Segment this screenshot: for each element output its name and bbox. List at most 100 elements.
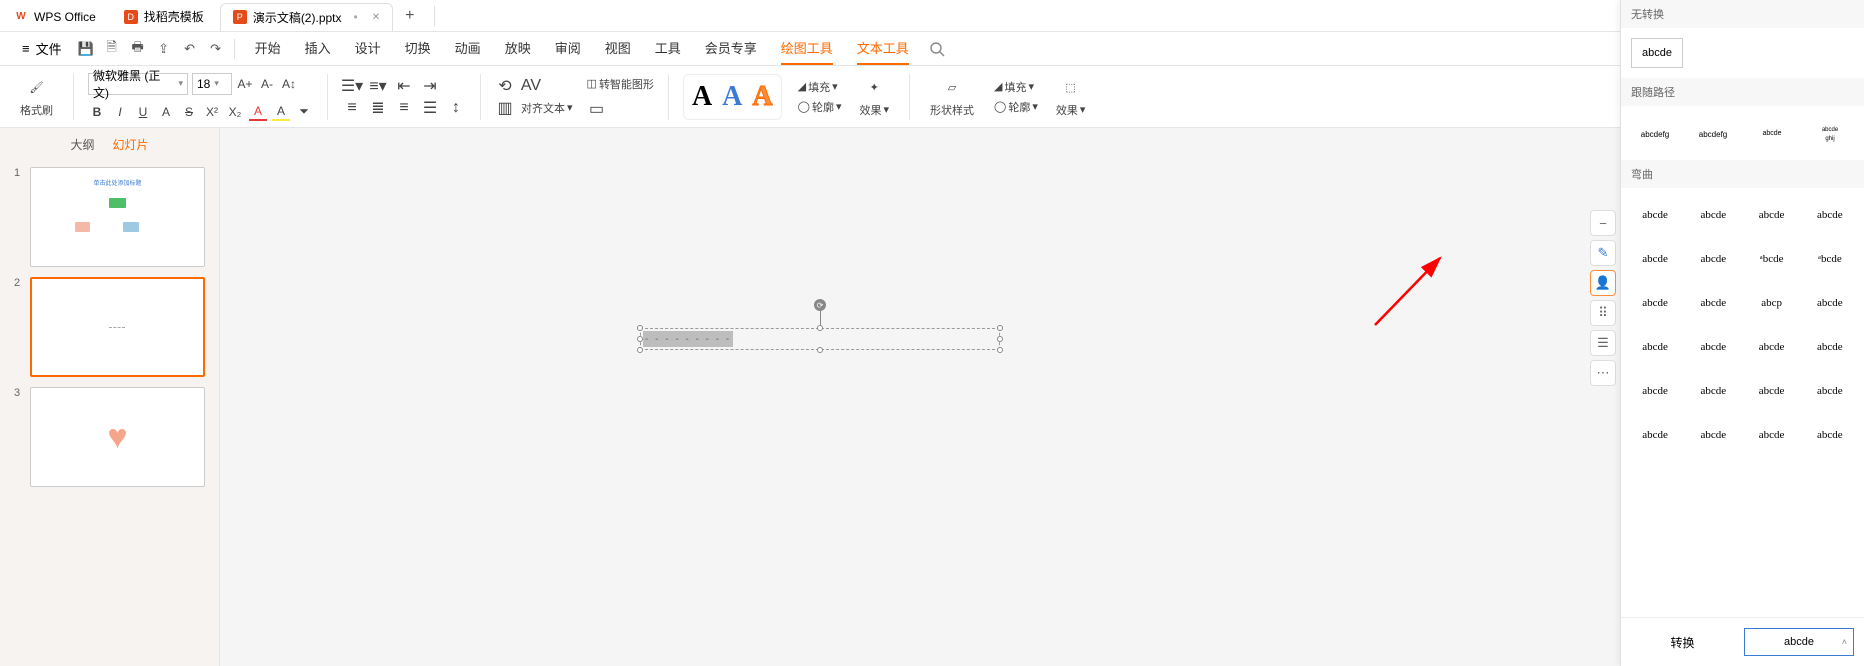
text-effect-button[interactable]: ✦ 效果▾ <box>853 74 895 120</box>
close-icon[interactable]: ✕ <box>372 12 380 23</box>
superscript-button[interactable]: X² <box>203 103 221 121</box>
text-outline-button[interactable]: ◯ 轮廓▾ <box>798 99 842 115</box>
thumbnail[interactable]: ♥ <box>30 387 205 487</box>
warp-option[interactable]: abcde <box>1629 196 1681 234</box>
wordart-gallery[interactable]: A A A <box>683 74 782 120</box>
warp-option[interactable]: abcde <box>1804 196 1856 234</box>
warp-option[interactable]: abcde <box>1804 284 1856 322</box>
resize-handle[interactable] <box>997 336 1003 342</box>
warp-option[interactable]: abcde <box>1629 372 1681 410</box>
decrease-font-button[interactable]: A- <box>258 75 276 93</box>
warp-option[interactable]: abcde <box>1746 328 1798 366</box>
warp-option[interactable]: abcde <box>1687 328 1739 366</box>
wordart-style-2[interactable]: A <box>722 81 742 113</box>
print-preview-icon[interactable]: 🗎 <box>104 41 120 57</box>
text-fill-button[interactable]: ◢ 填充▾ <box>798 79 842 95</box>
indent-dec-button[interactable]: ⇤ <box>394 77 414 95</box>
file-menu[interactable]: ≡ 文件 <box>14 39 70 58</box>
slide-canvas[interactable]: ⟳ - - - - - - - - - <box>220 128 1864 666</box>
path-option[interactable]: abcdefg <box>1629 114 1681 152</box>
resize-handle[interactable] <box>997 347 1003 353</box>
warp-option[interactable]: abcde <box>1629 416 1681 454</box>
italic-button[interactable]: I <box>111 103 129 121</box>
menu-start[interactable]: 开始 <box>255 32 281 65</box>
transform-select[interactable]: abcde ˄ <box>1744 628 1854 656</box>
warp-option[interactable]: abcde <box>1687 196 1739 234</box>
menu-slideshow[interactable]: 放映 <box>505 32 531 65</box>
slide-thumb-2[interactable]: 2 <box>14 277 205 377</box>
slide-thumb-1[interactable]: 1 单击此处添加标题 <box>14 167 205 267</box>
char-spacing-button[interactable]: AV <box>521 77 541 95</box>
shape-outline-button[interactable]: ◯ 轮廓▾ <box>994 99 1038 115</box>
smart-graphic-button[interactable]: ◫ 转智能图形 <box>587 76 654 92</box>
warp-option[interactable]: abcde <box>1629 240 1681 278</box>
menu-design[interactable]: 设计 <box>355 32 381 65</box>
font-color-button[interactable]: A <box>249 103 267 121</box>
zoom-out-button[interactable]: − <box>1590 210 1616 236</box>
save-icon[interactable]: 💾 <box>78 41 94 57</box>
warp-option[interactable]: abcde <box>1687 416 1739 454</box>
edit-button[interactable]: ✎ <box>1590 240 1616 266</box>
align-left-button[interactable]: ≡ <box>342 99 362 117</box>
new-tab-button[interactable]: + <box>395 7 424 25</box>
outline-tab[interactable]: 大纲 <box>70 136 94 153</box>
warp-option[interactable]: abcde <box>1746 416 1798 454</box>
strike-button[interactable]: S <box>180 103 198 121</box>
doc-tab-template[interactable]: D 找稻壳模板 <box>112 3 216 31</box>
menu-transition[interactable]: 切换 <box>405 32 431 65</box>
warp-option[interactable]: abcde <box>1687 240 1739 278</box>
text-box-button[interactable]: ▭ <box>587 100 607 118</box>
rotate-handle[interactable]: ⟳ <box>814 299 826 311</box>
subscript-button[interactable]: X₂ <box>226 103 244 121</box>
thumbnail[interactable] <box>30 277 205 377</box>
path-option[interactable]: abcde <box>1746 114 1798 152</box>
ai-button[interactable]: 👤 <box>1590 270 1616 296</box>
resize-handle[interactable] <box>637 347 643 353</box>
resize-handle[interactable] <box>817 325 823 331</box>
thumbnail[interactable]: 单击此处添加标题 <box>30 167 205 267</box>
bullets-button[interactable]: ☰▾ <box>342 77 362 95</box>
text-direction-button[interactable]: ⟲ <box>495 77 515 95</box>
list-button[interactable]: ☰ <box>1590 330 1616 356</box>
shape-effect-button[interactable]: ⬚ 效果▾ <box>1050 74 1092 120</box>
resize-handle[interactable] <box>637 325 643 331</box>
warp-option[interactable]: abcde <box>1746 196 1798 234</box>
path-option[interactable]: abcdefg <box>1687 114 1739 152</box>
columns-button[interactable]: ▥ <box>495 99 515 117</box>
highlight-button[interactable]: A <box>272 103 290 121</box>
menu-text-tools[interactable]: 文本工具 <box>857 32 909 65</box>
line-spacing-button[interactable]: ↕ <box>446 99 466 117</box>
shape-style-button[interactable]: ▱ 形状样式 <box>924 74 980 120</box>
slide-thumb-3[interactable]: 3 ♥ <box>14 387 205 487</box>
numbering-button[interactable]: ≡▾ <box>368 77 388 95</box>
align-right-button[interactable]: ≡ <box>394 99 414 117</box>
warp-option[interactable]: abcde <box>1687 284 1739 322</box>
wordart-style-1[interactable]: A <box>692 81 712 113</box>
search-icon[interactable] <box>929 41 945 57</box>
format-painter-button[interactable]: 🖌 格式刷 <box>14 74 59 120</box>
undo-icon[interactable]: ↶ <box>182 41 198 57</box>
font-name-select[interactable]: 微软雅黑 (正文)▾ <box>88 73 188 95</box>
menu-tools[interactable]: 工具 <box>655 32 681 65</box>
more-font-button[interactable]: ⏷ <box>295 103 313 121</box>
font-size-select[interactable]: 18▾ <box>192 73 232 95</box>
menu-insert[interactable]: 插入 <box>305 32 331 65</box>
resize-handle[interactable] <box>817 347 823 353</box>
clear-format-button[interactable]: A↕ <box>280 75 298 93</box>
indent-inc-button[interactable]: ⇥ <box>420 77 440 95</box>
more-button[interactable]: ⋯ <box>1590 360 1616 386</box>
resize-handle[interactable] <box>997 325 1003 331</box>
align-center-button[interactable]: ≣ <box>368 99 388 117</box>
menu-member[interactable]: 会员专享 <box>705 32 757 65</box>
menu-animation[interactable]: 动画 <box>455 32 481 65</box>
app-tab[interactable]: W WPS Office <box>2 3 108 31</box>
increase-font-button[interactable]: A+ <box>236 75 254 93</box>
warp-option[interactable]: abcde <box>1746 372 1798 410</box>
warp-option[interactable]: ᵃbcde <box>1746 240 1798 278</box>
menu-drawing-tools[interactable]: 绘图工具 <box>781 32 833 65</box>
no-transform-option[interactable]: abcde <box>1631 38 1683 68</box>
warp-option[interactable]: ᵃbcde <box>1804 240 1856 278</box>
selected-textbox[interactable]: ⟳ - - - - - - - - - <box>640 328 1000 350</box>
path-option[interactable]: abcdeghij <box>1804 114 1856 152</box>
font-button[interactable]: A <box>157 103 175 121</box>
